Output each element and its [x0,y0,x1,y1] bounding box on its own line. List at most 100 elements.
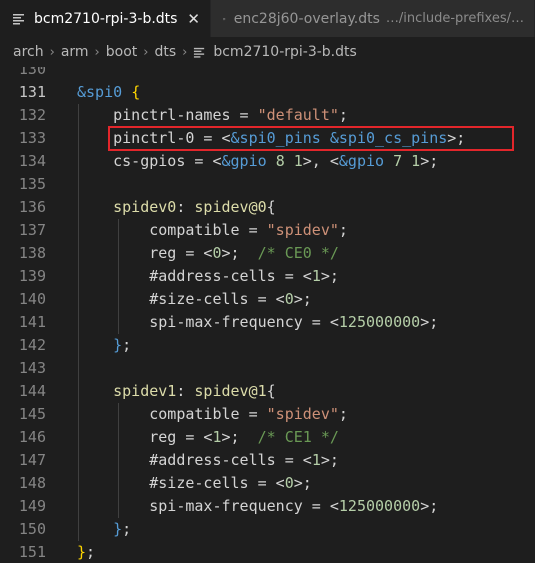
code-token: &gpio [221,152,267,170]
indent-guide [118,472,119,495]
indent-guide [78,380,79,403]
line-number: 131 [18,83,46,101]
indent-guide [118,449,119,472]
line-code: spidev0: spidev@0{ [77,196,276,219]
code-token: ; [122,520,132,538]
indent-guide [78,196,79,219]
indent-guide [78,219,79,242]
code-token: reg = < [77,428,213,446]
code-token: ; [86,543,96,561]
code-token: ; [122,336,132,354]
indent-guide [78,127,79,150]
code-token: 125000000 [338,313,421,331]
code-line[interactable]: 135 [0,173,535,196]
code-line[interactable]: 145 compatible = "spidev"; [0,403,535,426]
line-code: reg = <0>; /* CE0 */ [77,242,339,265]
indent-guide [78,426,79,449]
code-token: { [266,382,276,400]
tab-enc28j60-overlay[interactable]: enc28j60-overlay.dts …/include-prefixes/… [211,0,535,37]
code-token: &spi0 [77,83,123,101]
indent-guide [78,150,79,173]
code-token: compatible = [77,221,267,239]
close-icon[interactable]: ✕ [179,10,200,28]
breadcrumb-item-arch[interactable]: arch [13,44,44,60]
code-line[interactable]: 138 reg = <0>; /* CE0 */ [0,242,535,265]
line-code: spi-max-frequency = <125000000>; [77,495,438,518]
indent-guide [78,495,79,518]
code-line[interactable]: 149 spi-max-frequency = <125000000>; [0,495,535,518]
code-line[interactable]: 139 #address-cells = <1>; [0,265,535,288]
code-token: spi-max-frequency = < [77,313,339,331]
code-line[interactable]: 150 }; [0,518,535,541]
tab-label: enc28j60-overlay.dts [233,10,380,27]
indent-guide [78,334,79,357]
code-token: spidev@0 [194,198,267,216]
code-token: >; [420,152,439,170]
code-token: "spidev" [266,221,339,239]
code-line[interactable]: 144 spidev1: spidev@1{ [0,380,535,403]
highlight-box [108,126,514,151]
line-number: 148 [18,474,46,492]
indent-guide [118,426,119,449]
code-line[interactable]: 146 reg = <1>; /* CE1 */ [0,426,535,449]
code-token: >; [320,267,339,285]
line-number: 142 [18,336,46,354]
code-line[interactable]: 141 spi-max-frequency = <125000000>; [0,311,535,334]
code-token: #address-cells = < [77,451,312,469]
code-token: >; [420,313,439,331]
line-number: 136 [18,198,46,216]
tab-bar: bcm2710-rpi-3-b.dts ✕ enc28j60-overlay.d… [0,0,535,37]
code-token: ; [338,221,348,239]
code-token: >; [221,244,258,262]
chevron-right-icon: › [49,44,55,60]
line-code: #address-cells = <1>; [77,265,339,288]
indent-guide [118,219,119,242]
line-code: #size-cells = <0>; [77,288,312,311]
breadcrumb-item-dts[interactable]: dts [154,44,176,60]
code-line[interactable]: 136 spidev0: spidev@0{ [0,196,535,219]
code-token: 125000000 [338,497,421,515]
line-number: 139 [18,267,46,285]
indent-guide [118,265,119,288]
tab-bcm2710-rpi-3-b[interactable]: bcm2710-rpi-3-b.dts ✕ [0,0,211,37]
code-token: 1 [311,451,321,469]
code-token: "default" [257,106,339,124]
code-token: /* CE1 */ [257,428,339,446]
code-line[interactable]: 143 [0,357,535,380]
line-code: cs-gpios = <&gpio 8 1>, <&gpio 7 1>; [77,150,438,173]
lines-file-icon [223,17,226,20]
code-token: ; [338,405,348,423]
code-token: ; [338,106,348,124]
code-line[interactable]: 140 #size-cells = <0>; [0,288,535,311]
code-token: spi-max-frequency = < [77,497,339,515]
line-number: 149 [18,497,46,515]
code-token: spidev@1 [194,382,267,400]
code-token: 0 [284,474,294,492]
line-number: 141 [18,313,46,331]
code-line[interactable]: 147 #address-cells = <1>; [0,449,535,472]
code-line[interactable]: 130 [0,67,535,81]
code-line[interactable]: 151}; [0,541,535,563]
line-number: 150 [18,520,46,538]
code-token: 1 [411,152,421,170]
line-number: 135 [18,175,46,193]
code-token: 0 [284,290,294,308]
code-token: } [113,520,123,538]
code-line[interactable]: 137 compatible = "spidev"; [0,219,535,242]
code-line[interactable]: 148 #size-cells = <0>; [0,472,535,495]
code-line[interactable]: 131 &spi0 { [0,81,535,104]
code-line[interactable]: 134 cs-gpios = <&gpio 8 1>, <&gpio 7 1>; [0,150,535,173]
indent-guide [78,357,79,380]
indent-guide [118,311,119,334]
breadcrumb-item-arm[interactable]: arm [61,44,89,60]
line-code: }; [77,518,131,541]
code-token: >, < [302,152,339,170]
code-line[interactable]: 132 pinctrl-names = "default"; [0,104,535,127]
line-number: 132 [18,106,46,124]
code-line[interactable]: 142 }; [0,334,535,357]
breadcrumb-item-boot[interactable]: boot [106,44,138,60]
breadcrumb-item-file[interactable]: bcm2710-rpi-3-b.dts [213,44,356,60]
